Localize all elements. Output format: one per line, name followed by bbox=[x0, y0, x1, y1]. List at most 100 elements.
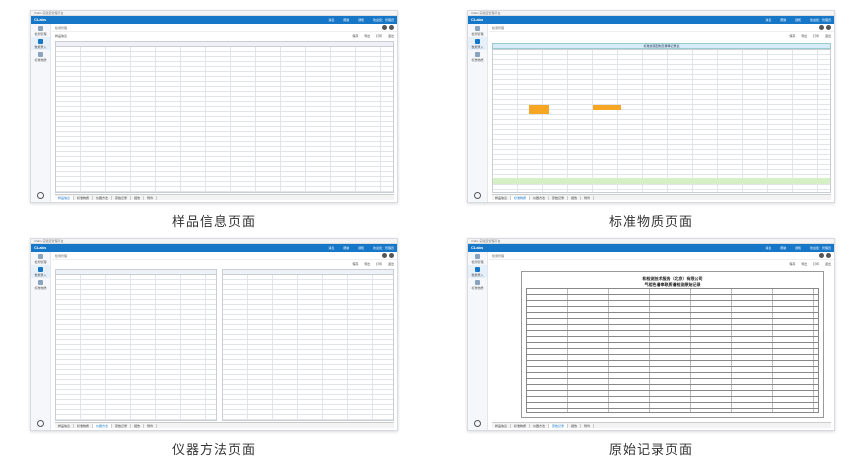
tab-raw-record[interactable]: 原始记录 bbox=[112, 424, 132, 428]
header-action-notice[interactable]: 通知 bbox=[795, 18, 801, 22]
tab-report[interactable]: 报告 bbox=[131, 196, 145, 200]
app-brand: CLabs bbox=[471, 17, 484, 22]
sidebar-item-test[interactable]: 检测管理 bbox=[468, 252, 487, 265]
gear-icon[interactable] bbox=[37, 420, 44, 427]
sidebar-item-standard[interactable]: 标准物质 bbox=[468, 278, 487, 291]
header-action-notice[interactable]: 通知 bbox=[358, 18, 364, 22]
tab-raw-record[interactable]: 原始记录 bbox=[549, 196, 569, 200]
standard-grid[interactable] bbox=[492, 49, 831, 193]
exit-button[interactable]: 退出 bbox=[825, 262, 831, 266]
tab-standard[interactable]: 标准物质 bbox=[511, 424, 531, 428]
tab-standard[interactable]: 标准物质 bbox=[511, 196, 531, 200]
export-button[interactable]: 导出 bbox=[364, 262, 370, 266]
tab-report[interactable]: 报告 bbox=[131, 424, 145, 428]
tab-report[interactable]: 报告 bbox=[568, 424, 582, 428]
print-button[interactable]: 打印 bbox=[813, 34, 819, 38]
grid-cells[interactable] bbox=[223, 270, 393, 420]
header-action-notice[interactable]: 通知 bbox=[358, 246, 364, 250]
grid-cells[interactable] bbox=[56, 270, 216, 420]
exit-button[interactable]: 退出 bbox=[388, 262, 394, 266]
save-button[interactable]: 保存 bbox=[789, 262, 795, 266]
close-icon[interactable] bbox=[826, 253, 831, 258]
export-button[interactable]: 导出 bbox=[801, 34, 807, 38]
print-button[interactable]: 打印 bbox=[376, 262, 382, 266]
tab-method[interactable]: 仪器方法 bbox=[530, 196, 550, 200]
header-action-messages[interactable]: 消息 bbox=[328, 18, 334, 22]
header-action-help[interactable]: 帮助 bbox=[343, 18, 349, 22]
panel-raw-record: Clabs 实验室管理平台 CLabs 消息 帮助 通知 欢迎您：管理员 检测管… bbox=[467, 238, 835, 458]
sidebar-item-test[interactable]: 检测管理 bbox=[31, 252, 50, 265]
print-button[interactable]: 打印 bbox=[813, 262, 819, 266]
tab-attachment[interactable]: 附件 bbox=[581, 196, 595, 200]
close-icon[interactable] bbox=[389, 25, 394, 30]
header-action-help[interactable]: 帮助 bbox=[780, 246, 786, 250]
gear-icon[interactable] bbox=[37, 192, 44, 199]
highlighted-cell[interactable] bbox=[593, 105, 621, 110]
tab-sample-info[interactable]: 样品信息 bbox=[55, 424, 75, 428]
header-action-messages[interactable]: 消息 bbox=[328, 246, 334, 250]
save-button[interactable]: 保存 bbox=[352, 34, 358, 38]
save-button[interactable]: 保存 bbox=[789, 34, 795, 38]
header-action-help[interactable]: 帮助 bbox=[780, 18, 786, 22]
minimize-icon[interactable] bbox=[382, 253, 387, 258]
header-user[interactable]: 欢迎您：管理员 bbox=[810, 246, 831, 250]
spreadsheet-grid[interactable] bbox=[55, 41, 394, 193]
tab-method[interactable]: 仪器方法 bbox=[530, 424, 550, 428]
exit-button[interactable]: 退出 bbox=[825, 34, 831, 38]
grid-cells[interactable] bbox=[56, 42, 393, 192]
sidebar-item-entry[interactable]: 数据录入 bbox=[468, 37, 487, 50]
tab-sample-info[interactable]: 样品信息 bbox=[492, 424, 512, 428]
sidebar-item-standard[interactable]: 标准物质 bbox=[31, 278, 50, 291]
sidebar-item-test[interactable]: 检测管理 bbox=[468, 24, 487, 37]
close-icon[interactable] bbox=[389, 253, 394, 258]
tab-method[interactable]: 仪器方法 bbox=[93, 196, 113, 200]
export-button[interactable]: 导出 bbox=[364, 34, 370, 38]
minimize-icon[interactable] bbox=[819, 25, 824, 30]
header-user[interactable]: 欢迎您：管理员 bbox=[373, 246, 394, 250]
tab-method[interactable]: 仪器方法 bbox=[93, 424, 113, 428]
header-action-help[interactable]: 帮助 bbox=[343, 246, 349, 250]
raw-record-document[interactable]: 和检测技术服务（北京）有限公司 气相色谱串联质谱检测原始记录 bbox=[521, 271, 824, 418]
tab-attachment[interactable]: 附件 bbox=[144, 424, 158, 428]
header-action-notice[interactable]: 通知 bbox=[795, 246, 801, 250]
grid-cells[interactable] bbox=[493, 50, 830, 192]
header-user[interactable]: 欢迎您：管理员 bbox=[810, 18, 831, 22]
header-action-messages[interactable]: 消息 bbox=[765, 246, 771, 250]
sidebar: 检测管理 数据录入 标准物质 bbox=[31, 24, 51, 202]
sidebar-item-entry[interactable]: 数据录入 bbox=[468, 265, 487, 278]
tab-raw-record[interactable]: 原始记录 bbox=[549, 424, 569, 428]
gear-icon[interactable] bbox=[474, 192, 481, 199]
sidebar-item-entry[interactable]: 数据录入 bbox=[31, 37, 50, 50]
app-brand: CLabs bbox=[34, 245, 47, 250]
header-user[interactable]: 欢迎您：管理员 bbox=[373, 18, 394, 22]
record-form-grid[interactable] bbox=[526, 288, 819, 413]
print-button[interactable]: 打印 bbox=[376, 34, 382, 38]
sidebar-item-standard[interactable]: 标准物质 bbox=[31, 50, 50, 63]
minimize-icon[interactable] bbox=[819, 253, 824, 258]
tab-raw-record[interactable]: 原始记录 bbox=[112, 196, 132, 200]
tab-sample-info[interactable]: 样品信息 bbox=[55, 196, 75, 200]
tab-attachment[interactable]: 附件 bbox=[581, 424, 595, 428]
summary-row bbox=[493, 178, 830, 184]
instrument-conditions-grid[interactable] bbox=[222, 269, 394, 421]
sidebar-item-test[interactable]: 检测管理 bbox=[31, 24, 50, 37]
app-brand: CLabs bbox=[34, 17, 47, 22]
minimize-icon[interactable] bbox=[382, 25, 387, 30]
highlighted-cell[interactable] bbox=[529, 105, 549, 114]
tab-report[interactable]: 报告 bbox=[568, 196, 582, 200]
close-icon[interactable] bbox=[826, 25, 831, 30]
tab-sample-info[interactable]: 样品信息 bbox=[492, 196, 512, 200]
header-action-messages[interactable]: 消息 bbox=[765, 18, 771, 22]
sidebar-item-standard[interactable]: 标准物质 bbox=[468, 50, 487, 63]
app-header: CLabs 消息 帮助 通知 欢迎您：管理员 bbox=[468, 16, 834, 24]
save-button[interactable]: 保存 bbox=[352, 262, 358, 266]
sidebar-item-entry[interactable]: 数据录入 bbox=[31, 265, 50, 278]
gear-icon[interactable] bbox=[474, 420, 481, 427]
exit-button[interactable]: 退出 bbox=[388, 34, 394, 38]
method-parameters-grid[interactable] bbox=[55, 269, 217, 421]
app-brand: CLabs bbox=[471, 245, 484, 250]
export-button[interactable]: 导出 bbox=[801, 262, 807, 266]
tab-standard[interactable]: 标准物质 bbox=[74, 196, 94, 200]
tab-standard[interactable]: 标准物质 bbox=[74, 424, 94, 428]
tab-attachment[interactable]: 附件 bbox=[144, 196, 158, 200]
